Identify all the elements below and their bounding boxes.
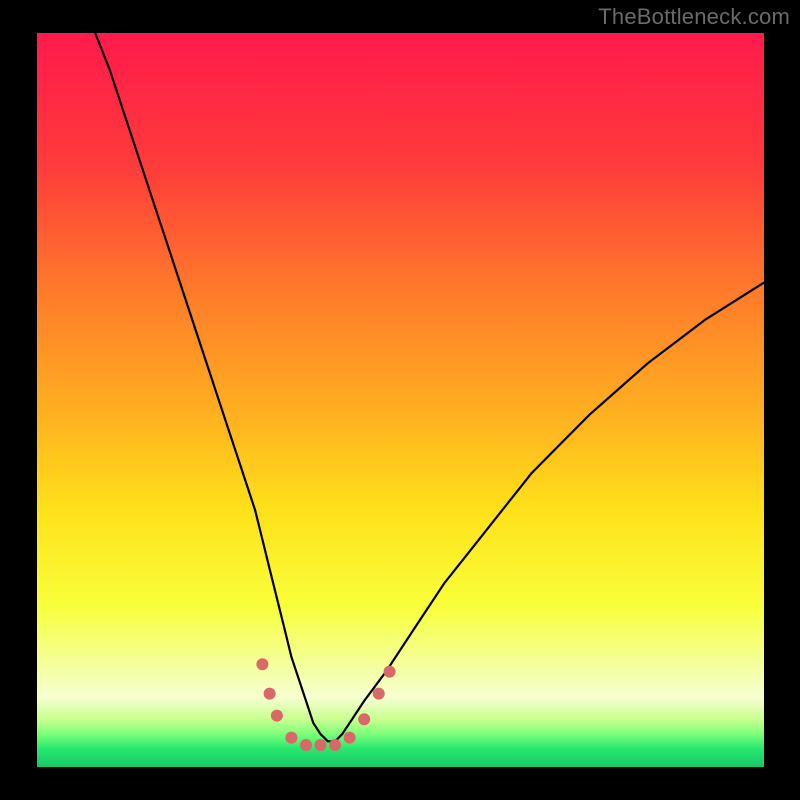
chart-frame: TheBottleneck.com [0,0,800,800]
marker-dot [384,666,396,678]
marker-dot [300,739,312,751]
marker-dot [285,732,297,744]
plot-area [37,33,764,767]
marker-dot [344,732,356,744]
marker-dot [329,739,341,751]
marker-dot [256,658,268,670]
marker-dot [373,688,385,700]
marker-dot [264,688,276,700]
marker-dot [315,739,327,751]
marker-dot [358,713,370,725]
marker-dot [271,710,283,722]
watermark-text: TheBottleneck.com [598,4,790,30]
gradient-background [37,33,764,767]
chart-svg [37,33,764,767]
